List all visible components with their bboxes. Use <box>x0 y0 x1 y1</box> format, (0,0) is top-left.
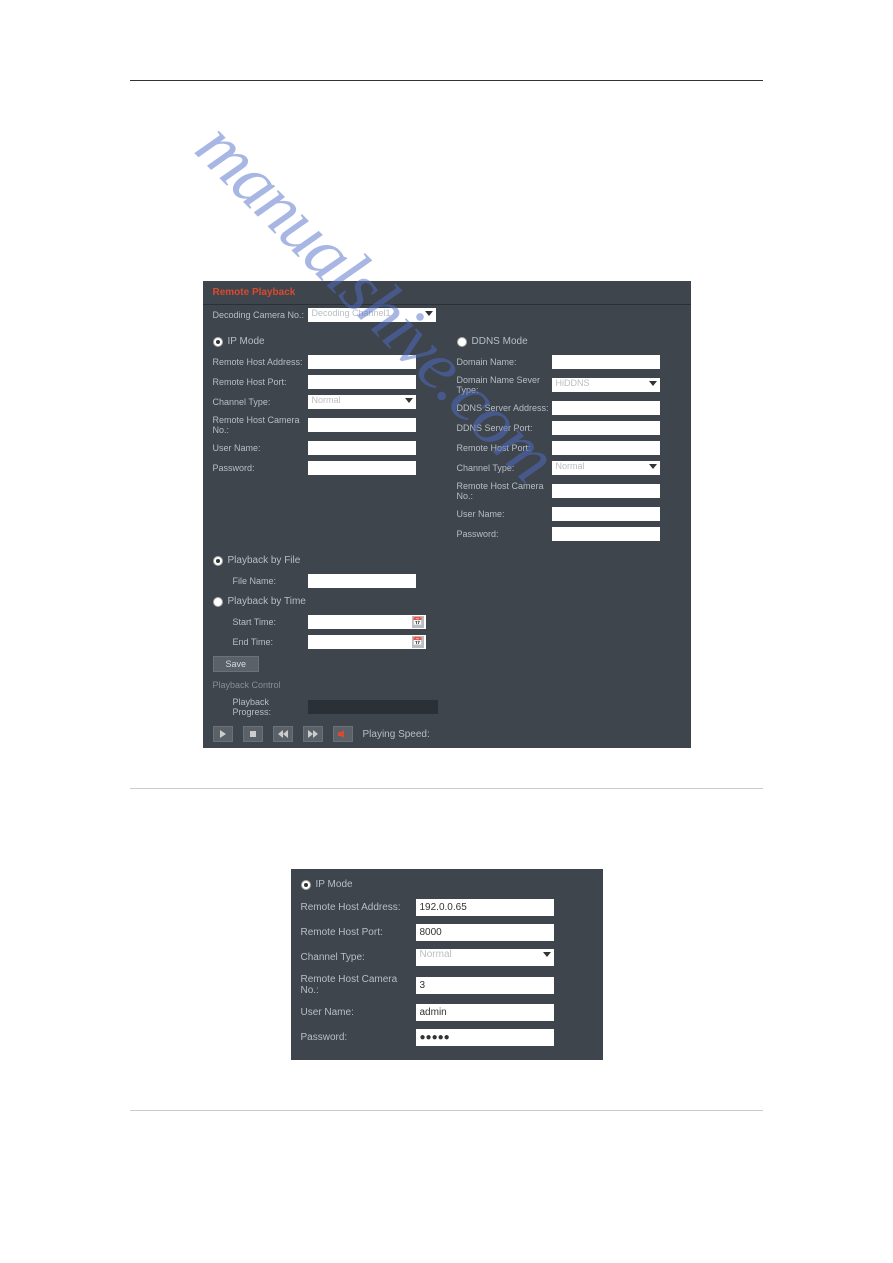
playback-controls: Playing Speed: <box>203 720 691 748</box>
ddns-remote-host-port-label: Remote Host Port: <box>457 443 552 453</box>
divider <box>130 788 763 789</box>
playback-progress-label: Playback Progress: <box>213 697 308 717</box>
password-label: Password: <box>213 463 308 473</box>
playback-by-time-label: Playback by Time <box>228 596 306 607</box>
channel-type-label: Channel Type: <box>213 397 308 407</box>
playback-by-file-label: Playback by File <box>228 555 301 566</box>
p2-channel-type-label: Channel Type: <box>301 952 416 963</box>
header-rule <box>130 80 763 81</box>
p2-remote-host-camera-no-input[interactable] <box>416 977 554 994</box>
chevron-down-icon <box>649 381 657 386</box>
ddns-user-name-label: User Name: <box>457 509 552 519</box>
rewind-button[interactable] <box>273 726 293 742</box>
domain-server-type-label: Domain Name Sever Type: <box>457 375 552 395</box>
progress-bar[interactable] <box>308 700 438 714</box>
calendar-icon[interactable]: 📅 <box>412 636 424 648</box>
ddns-mode-label: DDNS Mode <box>472 336 528 347</box>
ddns-channel-type-label: Channel Type: <box>457 463 552 473</box>
ddns-password-input[interactable] <box>552 527 660 541</box>
ip-mode-radio-row: IP Mode <box>203 331 447 352</box>
remote-host-camera-no-input[interactable] <box>308 418 416 432</box>
remote-host-address-label: Remote Host Address: <box>213 357 308 367</box>
panel-title: Remote Playback <box>203 281 691 305</box>
ddns-server-port-label: DDNS Server Port: <box>457 423 552 433</box>
file-name-label: File Name: <box>233 576 308 586</box>
end-time-label: End Time: <box>233 637 308 647</box>
ddns-server-address-label: DDNS Server Address: <box>457 403 552 413</box>
forward-button[interactable] <box>303 726 323 742</box>
playback-by-time-radio[interactable] <box>213 597 223 607</box>
playback-by-file-row: Playback by File <box>203 550 691 571</box>
ip-mode-radio-row-2: IP Mode <box>291 869 603 895</box>
p2-user-name-input[interactable] <box>416 1004 554 1021</box>
ddns-mode-column: DDNS Mode Domain Name: Domain Name Sever… <box>447 325 691 550</box>
domain-name-input[interactable] <box>552 355 660 369</box>
start-time-input[interactable] <box>308 615 426 629</box>
p2-user-name-label: User Name: <box>301 1007 416 1018</box>
p2-remote-host-port-input[interactable] <box>416 924 554 941</box>
stop-button[interactable] <box>243 726 263 742</box>
remote-host-camera-no-label: Remote Host Camera No.: <box>213 415 308 435</box>
p2-password-input[interactable] <box>416 1029 554 1046</box>
decoding-camera-label: Decoding Camera No.: <box>213 310 308 320</box>
ddns-remote-host-camera-no-label: Remote Host Camera No.: <box>457 481 552 501</box>
start-time-label: Start Time: <box>233 617 308 627</box>
ddns-remote-host-port-input[interactable] <box>552 441 660 455</box>
end-time-input[interactable] <box>308 635 426 649</box>
domain-name-label: Domain Name: <box>457 357 552 367</box>
ddns-password-label: Password: <box>457 529 552 539</box>
playback-by-file-radio[interactable] <box>213 556 223 566</box>
p2-remote-host-camera-no-label: Remote Host Camera No.: <box>301 974 416 996</box>
channel-type-select[interactable]: Normal <box>308 395 416 409</box>
play-button[interactable] <box>213 726 233 742</box>
ddns-mode-radio-row: DDNS Mode <box>447 331 691 352</box>
ddns-mode-radio[interactable] <box>457 337 467 347</box>
chevron-down-icon <box>649 464 657 469</box>
decoding-camera-select[interactable]: Decoding Channel1 <box>308 308 436 322</box>
remote-host-address-input[interactable] <box>308 355 416 369</box>
divider <box>130 1110 763 1111</box>
p2-password-label: Password: <box>301 1032 416 1043</box>
mute-button[interactable] <box>333 726 353 742</box>
ip-mode-radio-2[interactable] <box>301 880 311 890</box>
spacer <box>130 101 763 281</box>
ddns-channel-type-select[interactable]: Normal <box>552 461 660 475</box>
password-input[interactable] <box>308 461 416 475</box>
remote-host-port-input[interactable] <box>308 375 416 389</box>
playback-by-time-row: Playback by Time <box>203 591 691 612</box>
ip-mode-panel: IP Mode Remote Host Address: Remote Host… <box>291 869 603 1060</box>
p2-remote-host-address-input[interactable] <box>416 899 554 916</box>
ddns-server-port-input[interactable] <box>552 421 660 435</box>
ip-mode-label-2: IP Mode <box>316 879 353 890</box>
ddns-user-name-input[interactable] <box>552 507 660 521</box>
user-name-input[interactable] <box>308 441 416 455</box>
ip-mode-radio[interactable] <box>213 337 223 347</box>
playback-control-label: Playback Control <box>203 676 691 694</box>
calendar-icon[interactable]: 📅 <box>412 616 424 628</box>
ip-mode-label: IP Mode <box>228 336 265 347</box>
p2-remote-host-port-label: Remote Host Port: <box>301 927 416 938</box>
chevron-down-icon <box>543 952 551 957</box>
playing-speed-label: Playing Speed: <box>363 729 430 740</box>
remote-playback-panel: Remote Playback Decoding Camera No.: Dec… <box>203 281 691 748</box>
ddns-server-address-input[interactable] <box>552 401 660 415</box>
chevron-down-icon <box>425 311 433 316</box>
p2-remote-host-address-label: Remote Host Address: <box>301 902 416 913</box>
decoding-camera-row: Decoding Camera No.: Decoding Channel1 <box>203 305 691 325</box>
domain-server-type-select[interactable]: HiDDNS <box>552 378 660 392</box>
mode-columns: IP Mode Remote Host Address: Remote Host… <box>203 325 691 550</box>
file-name-input[interactable] <box>308 574 416 588</box>
user-name-label: User Name: <box>213 443 308 453</box>
p2-channel-type-select[interactable]: Normal <box>416 949 554 966</box>
save-button[interactable]: Save <box>213 656 260 672</box>
ip-mode-column: IP Mode Remote Host Address: Remote Host… <box>203 325 447 550</box>
chevron-down-icon <box>405 398 413 403</box>
ddns-remote-host-camera-no-input[interactable] <box>552 484 660 498</box>
remote-host-port-label: Remote Host Port: <box>213 377 308 387</box>
